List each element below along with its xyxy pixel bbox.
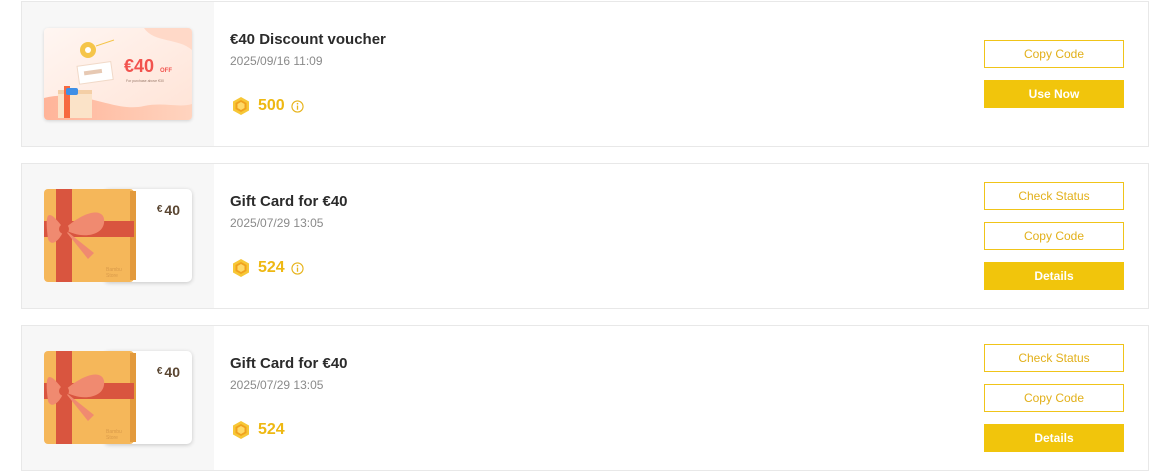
points-cost: 500 xyxy=(231,96,304,116)
details-button[interactable]: Details xyxy=(984,424,1124,452)
gift-card-amount: €40 xyxy=(156,202,180,218)
svg-text:For purchase above €30: For purchase above €30 xyxy=(126,79,164,83)
points-cost: 524 xyxy=(231,420,285,440)
gift-box-icon: Bambu Store xyxy=(44,351,136,444)
svg-text:€40: €40 xyxy=(124,56,154,76)
thumbnail-area: €40 Bambu Store xyxy=(22,164,214,308)
thumbnail-area: €40 Bambu Store xyxy=(22,326,214,470)
reward-card-gift: €40 Bambu Store Gift Card for €40 2025/0… xyxy=(21,163,1149,309)
gift-card-amount: €40 xyxy=(156,364,180,380)
item-date: 2025/07/29 13:05 xyxy=(230,216,324,230)
gift-card-image: €40 Bambu Store xyxy=(44,351,192,444)
thumbnail-area: €40 OFF For purchase above €30 xyxy=(22,2,214,146)
svg-text:Store: Store xyxy=(106,273,118,279)
gift-card-image: €40 Bambu Store xyxy=(44,189,192,282)
gift-box-icon: Bambu Store xyxy=(44,189,136,282)
hexagon-coin-icon xyxy=(233,421,249,439)
hexagon-coin-icon xyxy=(233,97,249,115)
check-status-button[interactable]: Check Status xyxy=(984,182,1124,210)
copy-code-button[interactable]: Copy Code xyxy=(984,40,1124,68)
item-title: Gift Card for €40 xyxy=(230,193,348,210)
info-circle-icon[interactable] xyxy=(291,99,304,113)
details-button[interactable]: Details xyxy=(984,262,1124,290)
points-value: 524 xyxy=(258,421,285,438)
hexagon-coin-icon xyxy=(233,259,249,277)
reward-card-voucher: €40 OFF For purchase above €30 €40 Disco… xyxy=(21,1,1149,147)
check-status-button[interactable]: Check Status xyxy=(984,344,1124,372)
voucher-illustration: €40 OFF For purchase above €30 xyxy=(44,28,192,120)
item-title: €40 Discount voucher xyxy=(230,31,386,48)
reward-card-gift: €40 Bambu Store Gift Card for €40 2025/0… xyxy=(21,325,1149,471)
item-title: Gift Card for €40 xyxy=(230,355,348,372)
voucher-image: €40 OFF For purchase above €30 xyxy=(44,28,192,120)
item-date: 2025/09/16 11:09 xyxy=(230,54,323,68)
copy-code-button[interactable]: Copy Code xyxy=(984,384,1124,412)
points-value: 524 xyxy=(258,259,285,276)
copy-code-button[interactable]: Copy Code xyxy=(984,222,1124,250)
use-now-button[interactable]: Use Now xyxy=(984,80,1124,108)
svg-text:Store: Store xyxy=(106,435,118,441)
points-cost: 524 xyxy=(231,258,304,278)
points-value: 500 xyxy=(258,97,285,114)
item-date: 2025/07/29 13:05 xyxy=(230,378,324,392)
svg-text:OFF: OFF xyxy=(160,68,172,74)
info-circle-icon[interactable] xyxy=(291,261,304,275)
